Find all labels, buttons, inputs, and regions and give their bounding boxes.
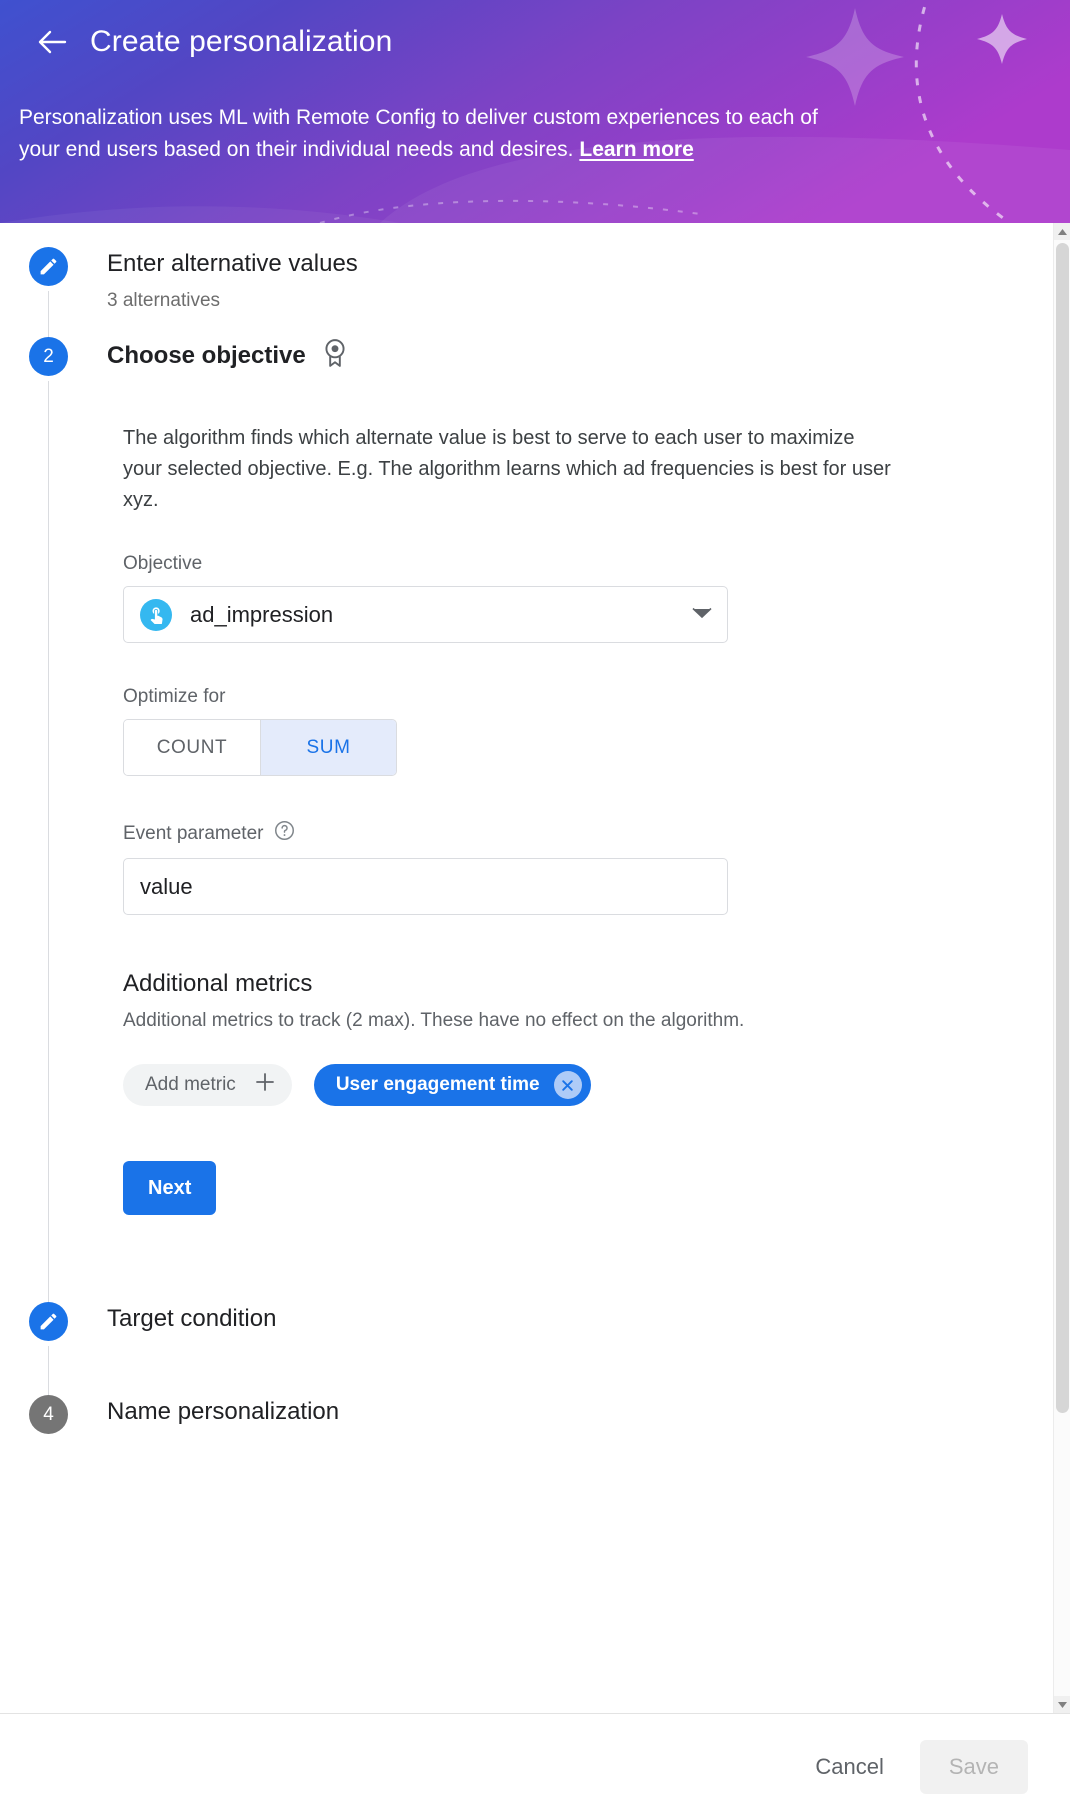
step-title: Target condition bbox=[107, 1305, 277, 1332]
step-text-block: Choose objective bbox=[107, 335, 348, 373]
dialog-header: Create personalization Personalization u… bbox=[0, 0, 1070, 223]
create-personalization-dialog: Create personalization Personalization u… bbox=[0, 0, 1070, 1820]
learn-more-link[interactable]: Learn more bbox=[579, 138, 693, 161]
step-2-content: The algorithm finds which alternate valu… bbox=[68, 376, 1053, 1282]
additional-metrics-title: Additional metrics bbox=[123, 970, 313, 997]
cancel-button[interactable]: Cancel bbox=[791, 1740, 907, 1794]
header-description-text: Personalization uses ML with Remote Conf… bbox=[19, 106, 818, 161]
toggle-count[interactable]: COUNT bbox=[124, 720, 260, 775]
step-marker-number: 4 bbox=[29, 1395, 68, 1434]
step-title: Choose objective bbox=[107, 341, 306, 369]
step-marker-pencil bbox=[29, 247, 68, 286]
scroll-up-arrow[interactable] bbox=[1054, 223, 1070, 240]
dialog-footer: Cancel Save bbox=[0, 1713, 1070, 1820]
event-parameter-label-row: Event parameter bbox=[123, 820, 1053, 847]
step-text-block: Enter alternative values 3 alternatives bbox=[107, 245, 358, 313]
step-marker-pencil bbox=[29, 1302, 68, 1341]
step-title: Enter alternative values bbox=[107, 250, 358, 277]
metric-chip-user-engagement-time[interactable]: User engagement time bbox=[313, 1064, 591, 1106]
stepper: Enter alternative values 3 alternatives … bbox=[0, 223, 1053, 1474]
event-parameter-label: Event parameter bbox=[123, 822, 264, 844]
optimize-for-label: Optimize for bbox=[123, 686, 226, 707]
step-marker-number: 2 bbox=[29, 337, 68, 376]
objective-value: ad_impression bbox=[190, 601, 334, 627]
optimize-for-toggle-group: COUNT SUM bbox=[123, 719, 397, 776]
step-text-block: Name personalization bbox=[107, 1393, 339, 1428]
step-header[interactable]: Enter alternative values 3 alternatives bbox=[29, 245, 1053, 313]
algorithm-description: The algorithm finds which alternate valu… bbox=[123, 427, 891, 511]
step-enter-alternative-values[interactable]: Enter alternative values 3 alternatives bbox=[0, 245, 1053, 341]
pencil-icon bbox=[40, 258, 57, 275]
metric-chip-label: User engagement time bbox=[335, 1074, 540, 1095]
step-choose-objective: 2 Choose objective The algorithm finds w… bbox=[0, 335, 1053, 1312]
step-text-block: Target condition bbox=[107, 1300, 276, 1335]
scroll-down-arrow[interactable] bbox=[1054, 1696, 1070, 1713]
step-header[interactable]: 4 Name personalization bbox=[29, 1393, 1053, 1434]
step-header[interactable]: Target condition bbox=[29, 1300, 1053, 1341]
step-header[interactable]: 2 Choose objective bbox=[29, 335, 1053, 376]
step-connector bbox=[48, 291, 49, 341]
header-title-row: Create personalization bbox=[0, 0, 1070, 64]
objective-select[interactable]: ad_impression bbox=[123, 586, 728, 643]
step-subtitle: 3 alternatives bbox=[107, 290, 221, 311]
next-button[interactable]: Next bbox=[123, 1161, 217, 1215]
step-connector bbox=[48, 381, 49, 1312]
help-circle-icon[interactable] bbox=[274, 820, 295, 847]
pencil-icon bbox=[40, 1313, 57, 1330]
touch-app-icon bbox=[140, 598, 172, 631]
header-description: Personalization uses ML with Remote Conf… bbox=[0, 64, 1070, 166]
vertical-scrollbar[interactable] bbox=[1053, 223, 1070, 1713]
step-name-personalization[interactable]: 4 Name personalization bbox=[0, 1393, 1053, 1474]
metric-chip-row: Add metric User engagement time bbox=[123, 1064, 1053, 1106]
back-arrow-icon[interactable] bbox=[30, 20, 74, 64]
scrollbar-thumb[interactable] bbox=[1056, 243, 1069, 1413]
save-button[interactable]: Save bbox=[919, 1740, 1028, 1794]
page-title: Create personalization bbox=[90, 25, 393, 58]
add-metric-chip[interactable]: Add metric bbox=[123, 1064, 292, 1106]
scroll-area: Enter alternative values 3 alternatives … bbox=[0, 223, 1053, 1713]
additional-metrics-subtitle: Additional metrics to track (2 max). The… bbox=[123, 1010, 745, 1031]
objective-label: Objective bbox=[123, 553, 203, 574]
step-target-condition[interactable]: Target condition bbox=[0, 1300, 1053, 1397]
step-connector bbox=[48, 1346, 49, 1397]
medal-award-icon bbox=[322, 338, 348, 373]
add-metric-label: Add metric bbox=[145, 1074, 236, 1095]
chevron-down-icon bbox=[692, 606, 712, 624]
close-circle-icon[interactable] bbox=[553, 1071, 582, 1099]
event-parameter-input[interactable] bbox=[123, 858, 728, 915]
dialog-body: Enter alternative values 3 alternatives … bbox=[0, 223, 1070, 1713]
toggle-sum[interactable]: SUM bbox=[260, 720, 396, 775]
plus-icon bbox=[255, 1072, 275, 1098]
step-title: Name personalization bbox=[107, 1398, 340, 1425]
